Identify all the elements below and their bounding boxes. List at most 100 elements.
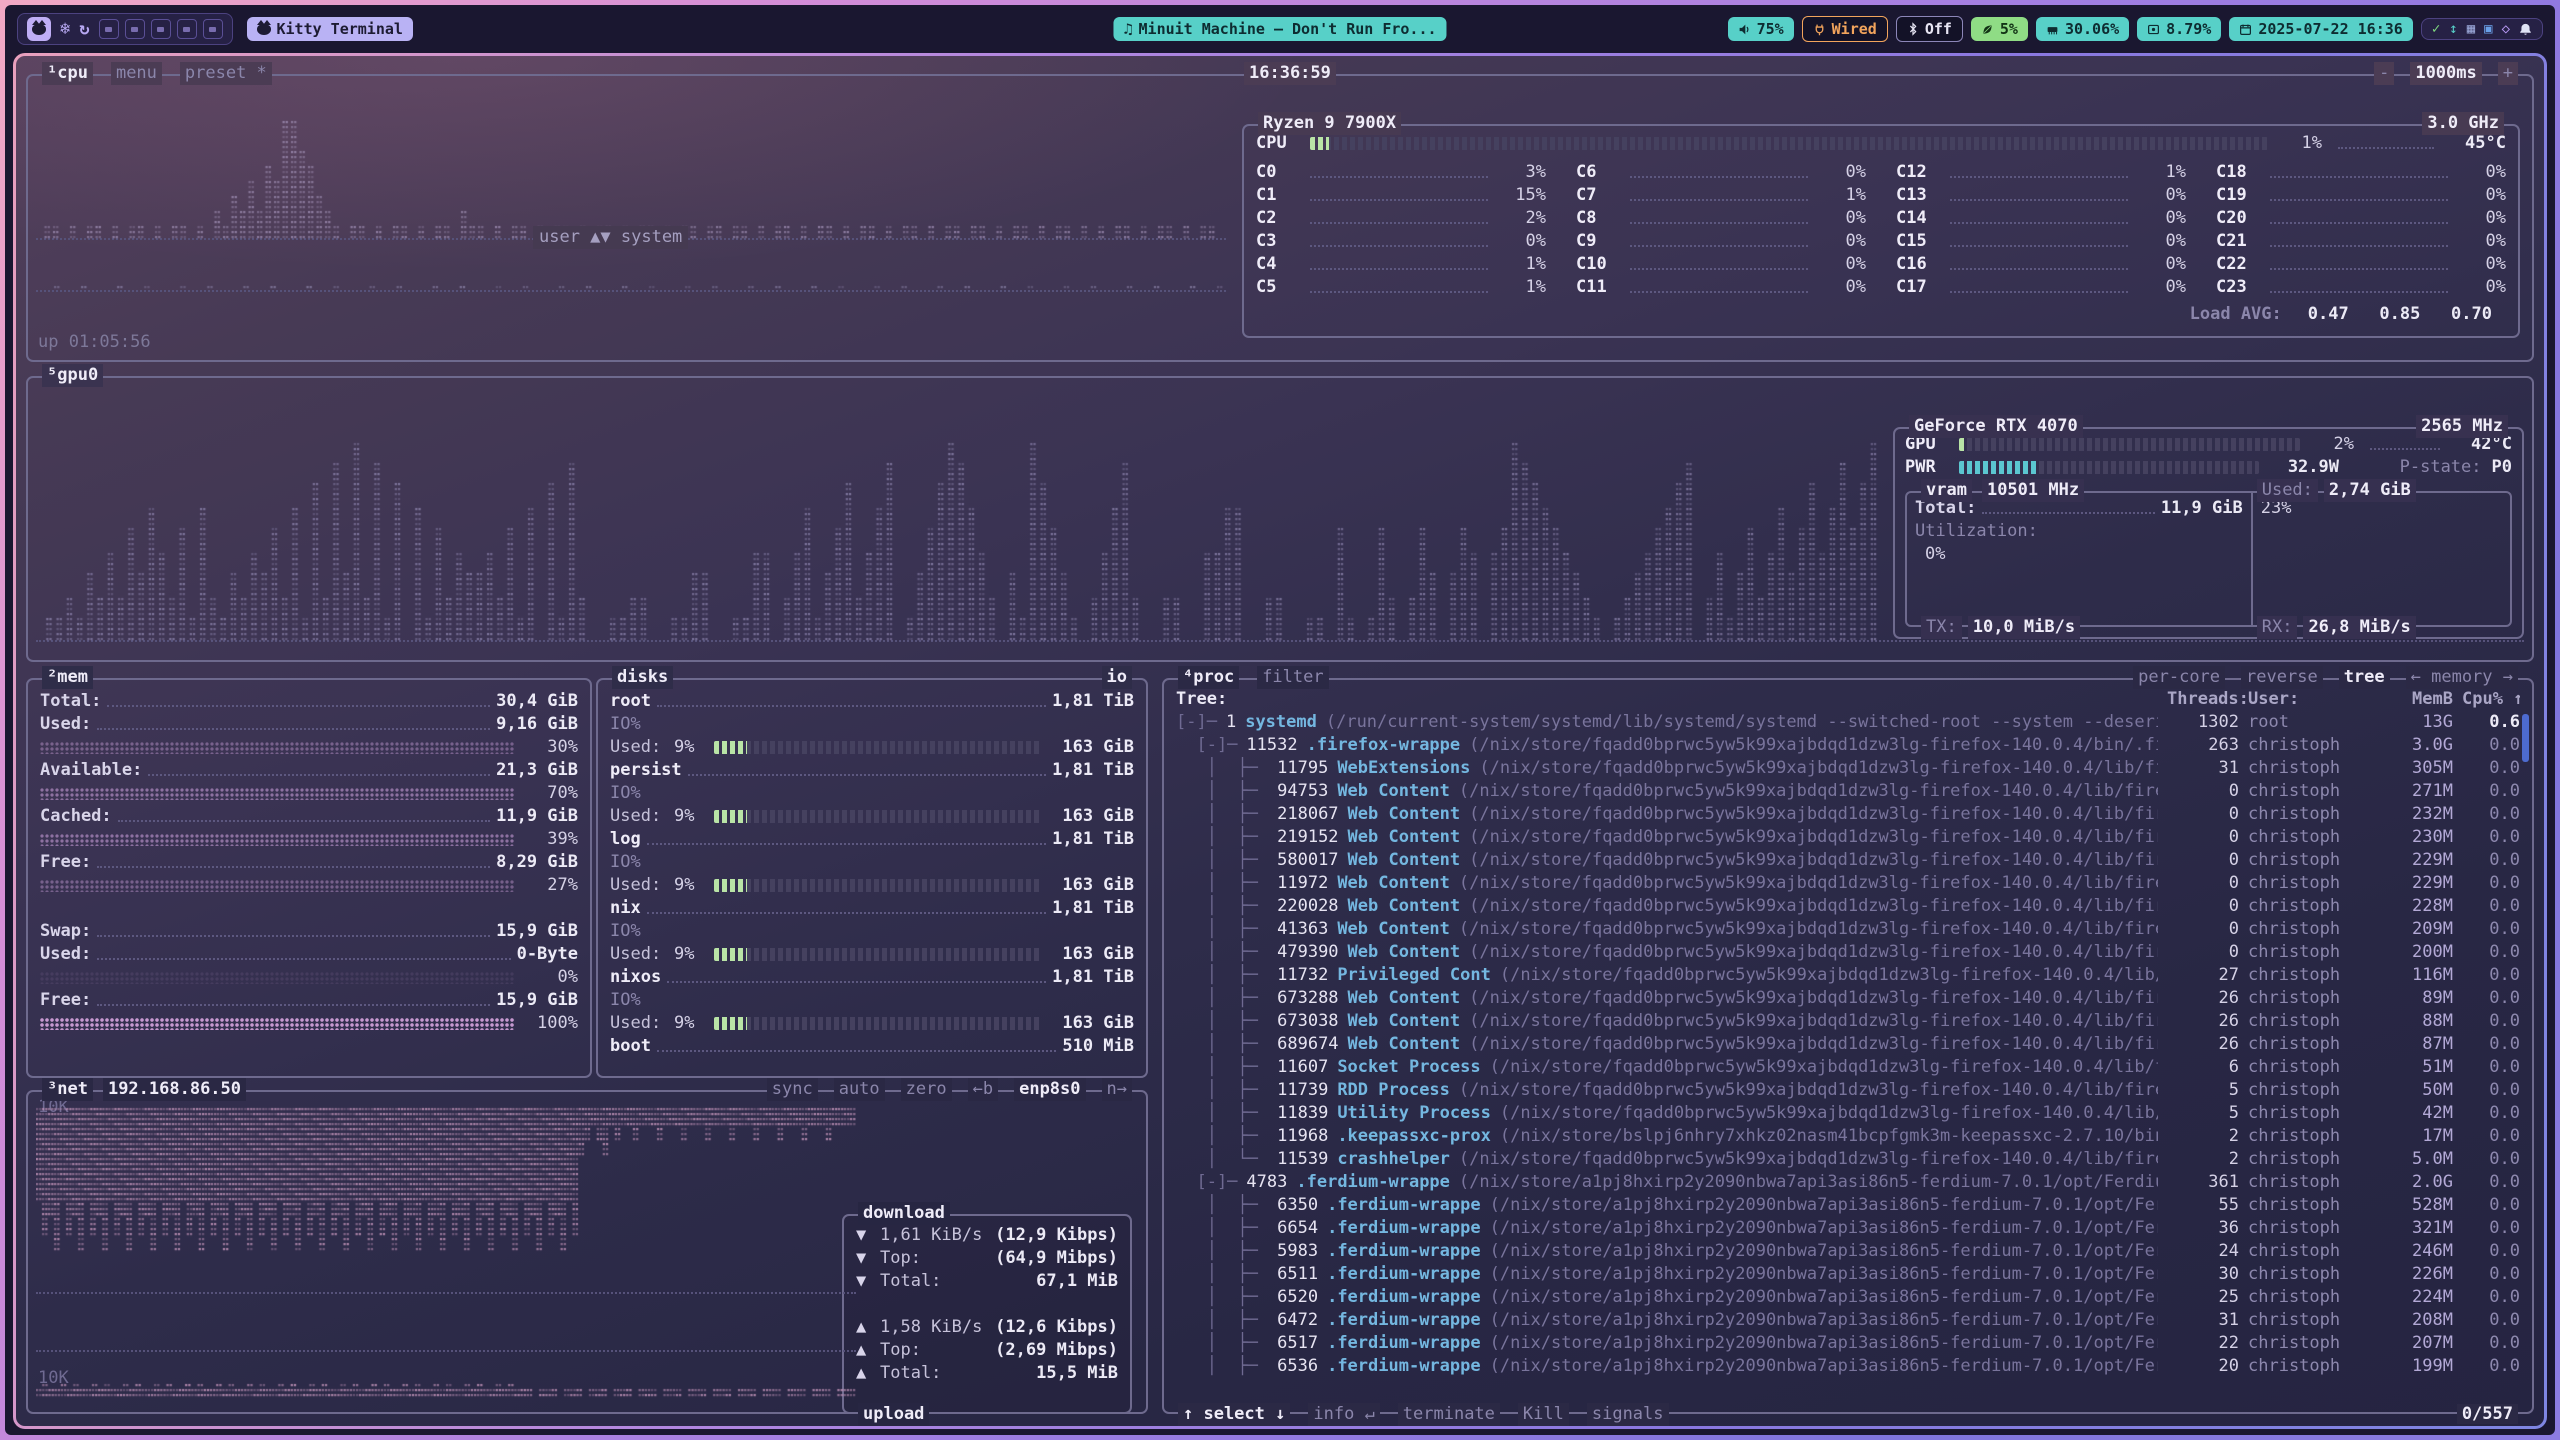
process-row[interactable]: │ ├─ 11732Privileged Cont(/nix/store/fqa… xyxy=(1176,964,2520,987)
column-memb[interactable]: MemB xyxy=(2381,688,2453,711)
process-row[interactable]: │ ├─ 6654.ferdium-wrappe(/nix/store/a1pj… xyxy=(1176,1217,2520,1240)
workspace-button-5[interactable] xyxy=(203,19,223,39)
core-usage: 0% xyxy=(2454,230,2506,253)
disks-box-title[interactable]: disks xyxy=(612,666,673,689)
network-box-title[interactable]: ³net xyxy=(42,1078,93,1101)
cpu-chip[interactable]: 5% xyxy=(1971,17,2028,41)
music-chip[interactable]: ♫ Minuit Machine – Don't Run Fro... xyxy=(1113,17,1446,41)
nix-icon[interactable]: ❄ xyxy=(60,19,70,39)
process-row[interactable]: │ ├─ 6350.ferdium-wrappe(/nix/store/a1pj… xyxy=(1176,1194,2520,1217)
window-title-chip[interactable]: Kitty Terminal xyxy=(247,17,413,41)
workspace-button-4[interactable] xyxy=(177,19,197,39)
menu-button[interactable]: menu xyxy=(111,62,162,85)
net-sync-toggle[interactable]: sync xyxy=(767,1078,818,1101)
process-row[interactable]: │ ├─ 11968.keepassxc-prox(/nix/store/bsl… xyxy=(1176,1125,2520,1148)
bluetooth-chip[interactable]: Off xyxy=(1896,16,1963,42)
column-tree[interactable]: Tree: xyxy=(1176,688,1227,711)
process-name: Web Content xyxy=(1348,803,1461,826)
process-row[interactable]: │ ├─ 673288Web Content(/nix/store/fqadd0… xyxy=(1176,987,2520,1010)
process-row[interactable]: │ ├─ 6536.ferdium-wrappe(/nix/store/a1pj… xyxy=(1176,1355,2520,1378)
process-row[interactable]: │ ├─ 6472.ferdium-wrappe(/nix/store/a1pj… xyxy=(1176,1309,2520,1332)
memory-chip[interactable]: 30.06% xyxy=(2036,17,2129,41)
process-row[interactable]: │ └─ 11539crashhelper(/nix/store/fqadd0b… xyxy=(1176,1148,2520,1171)
refresh-increase-button[interactable]: + xyxy=(2498,62,2518,85)
network-value: Wired xyxy=(1832,20,1877,38)
tray-grid-icon[interactable]: ▦ xyxy=(2467,22,2475,36)
process-row[interactable]: │ ├─ 11839Utility Process(/nix/store/fqa… xyxy=(1176,1102,2520,1125)
app-launcher-button[interactable] xyxy=(27,17,51,41)
process-row[interactable]: │ ├─ 11795WebExtensions(/nix/store/fqadd… xyxy=(1176,757,2520,780)
filter-button[interactable]: filter xyxy=(1257,666,1328,689)
refresh-decrease-button[interactable]: - xyxy=(2374,62,2394,85)
workspace-button-3[interactable] xyxy=(151,19,171,39)
process-row[interactable]: │ ├─ 41363Web Content(/nix/store/fqadd0b… xyxy=(1176,918,2520,941)
tray-window-icon[interactable]: ▣ xyxy=(2484,22,2492,36)
disk-row[interactable]: persist1,81 TiB xyxy=(610,759,1134,782)
reverse-toggle[interactable]: reverse xyxy=(2241,666,2323,689)
tray-bell-icon[interactable] xyxy=(2519,23,2532,36)
disk-row[interactable]: root1,81 TiB xyxy=(610,690,1134,713)
net-prev-interface[interactable]: ←b xyxy=(968,1078,998,1101)
process-row[interactable]: │ ├─ 11607Socket Process(/nix/store/fqad… xyxy=(1176,1056,2520,1079)
net-zero-toggle[interactable]: zero xyxy=(901,1078,952,1101)
process-row[interactable]: │ ├─ 220028Web Content(/nix/store/fqadd0… xyxy=(1176,895,2520,918)
workspace-button-2[interactable] xyxy=(125,19,145,39)
process-row[interactable]: [-]─1systemd(/run/current-system/systemd… xyxy=(1176,711,2520,734)
sort-column-selector[interactable]: ← memory → xyxy=(2406,666,2518,689)
process-row[interactable]: │ ├─ 5983.ferdium-wrappe(/nix/store/a1pj… xyxy=(1176,1240,2520,1263)
gpu-box-title[interactable]: ⁵gpu0 xyxy=(42,364,103,387)
clock-chip[interactable]: 2025-07-22 16:36 xyxy=(2229,17,2413,41)
process-row[interactable]: │ ├─ 580017Web Content(/nix/store/fqadd0… xyxy=(1176,849,2520,872)
cpu-frequency: 3.0 GHz xyxy=(2422,112,2504,135)
disk-name: nix xyxy=(610,897,641,920)
tray-updown-icon[interactable]: ↕ xyxy=(2449,22,2457,36)
process-row[interactable]: │ ├─ 479390Web Content(/nix/store/fqadd0… xyxy=(1176,941,2520,964)
process-row[interactable]: [-]─11532.firefox-wrappe(/nix/store/fqad… xyxy=(1176,734,2520,757)
disk-row[interactable]: boot510 MiB xyxy=(610,1035,1134,1058)
tree-branch: │ ├─ xyxy=(1176,1286,1268,1309)
select-control[interactable]: ↑ select ↓ xyxy=(1178,1403,1290,1426)
network-chip[interactable]: Wired xyxy=(1802,16,1888,42)
reload-icon[interactable]: ↻ xyxy=(79,19,89,39)
process-row[interactable]: [-]─4783.ferdium-wrappe(/nix/store/a1pj8… xyxy=(1176,1171,2520,1194)
process-row[interactable]: │ ├─ 673038Web Content(/nix/store/fqadd0… xyxy=(1176,1010,2520,1033)
tree-toggle[interactable]: tree xyxy=(2339,666,2390,689)
disk-row[interactable]: log1,81 TiB xyxy=(610,828,1134,851)
download-label[interactable]: download xyxy=(858,1202,950,1225)
workspace-button-1[interactable] xyxy=(99,19,119,39)
memory-box-title[interactable]: ²mem xyxy=(42,666,93,689)
process-row[interactable]: │ ├─ 94753Web Content(/nix/store/fqadd0b… xyxy=(1176,780,2520,803)
per-core-toggle[interactable]: per-core xyxy=(2133,666,2225,689)
upload-label[interactable]: upload xyxy=(858,1403,929,1426)
disk-row[interactable]: nix1,81 TiB xyxy=(610,897,1134,920)
process-row[interactable]: │ ├─ 6511.ferdium-wrappe(/nix/store/a1pj… xyxy=(1176,1263,2520,1286)
disk-chip[interactable]: 8.79% xyxy=(2137,17,2221,41)
terminate-control[interactable]: terminate xyxy=(1398,1403,1500,1426)
preset-button[interactable]: preset * xyxy=(180,62,272,85)
vram-title[interactable]: vram xyxy=(1921,479,1972,502)
cpu-box-title[interactable]: ¹cpu xyxy=(42,62,93,85)
column-threads[interactable]: Threads: xyxy=(2167,688,2239,711)
info-control[interactable]: info ↵ xyxy=(1308,1403,1379,1426)
disk-row[interactable]: nixos1,81 TiB xyxy=(610,966,1134,989)
process-box-title[interactable]: ⁴proc xyxy=(1178,666,1239,689)
kill-control[interactable]: Kill xyxy=(1518,1403,1569,1426)
net-next-interface[interactable]: n→ xyxy=(1102,1078,1132,1101)
column-user[interactable]: User: xyxy=(2248,688,2372,711)
process-row[interactable]: │ ├─ 689674Web Content(/nix/store/fqadd0… xyxy=(1176,1033,2520,1056)
process-row[interactable]: │ ├─ 6520.ferdium-wrappe(/nix/store/a1pj… xyxy=(1176,1286,2520,1309)
process-row[interactable]: │ ├─ 11972Web Content(/nix/store/fqadd0b… xyxy=(1176,872,2520,895)
signals-control[interactable]: signals xyxy=(1587,1403,1669,1426)
tray-check-icon[interactable]: ✓ xyxy=(2432,22,2440,36)
process-row[interactable]: │ ├─ 11739RDD Process(/nix/store/fqadd0b… xyxy=(1176,1079,2520,1102)
process-row[interactable]: │ ├─ 6517.ferdium-wrappe(/nix/store/a1pj… xyxy=(1176,1332,2520,1355)
process-row[interactable]: │ ├─ 219152Web Content(/nix/store/fqadd0… xyxy=(1176,826,2520,849)
volume-chip[interactable]: 75% xyxy=(1728,17,1794,41)
cpu-graph-mode-label[interactable]: user ▲▼ system xyxy=(533,226,688,249)
disks-io-toggle[interactable]: io xyxy=(1102,666,1132,689)
tray-diamond-icon[interactable]: ◇ xyxy=(2502,22,2510,36)
column-cpu[interactable]: Cpu% ↑ xyxy=(2462,688,2520,711)
process-row[interactable]: │ ├─ 218067Web Content(/nix/store/fqadd0… xyxy=(1176,803,2520,826)
net-auto-toggle[interactable]: auto xyxy=(834,1078,885,1101)
process-scrollbar[interactable] xyxy=(2522,714,2529,762)
